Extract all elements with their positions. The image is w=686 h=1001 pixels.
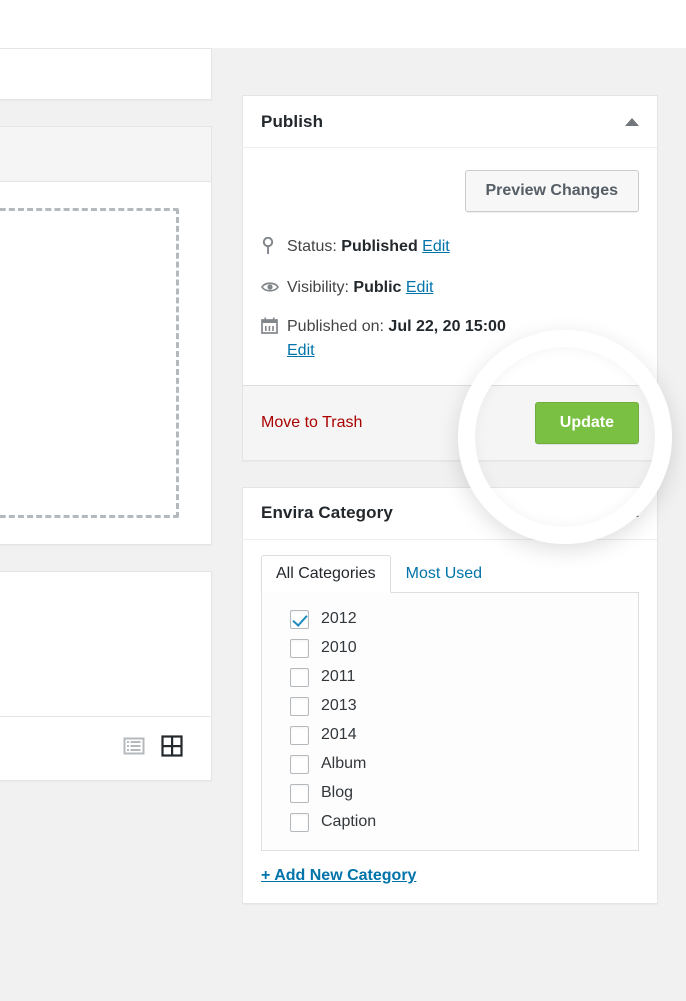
list-item[interactable]: 2012 xyxy=(276,605,624,634)
category-label: Caption xyxy=(321,813,377,831)
visibility-row: Visibility: Public Edit xyxy=(261,269,639,308)
view-toggle-group xyxy=(0,716,211,780)
list-item[interactable]: 2014 xyxy=(276,721,624,750)
page-title: Publish xyxy=(261,111,324,131)
tab-all-categories[interactable]: All Categories xyxy=(261,554,391,593)
list-item[interactable]: Blog xyxy=(276,779,624,808)
published-on-edit-link[interactable]: Edit xyxy=(287,342,315,359)
status-row: Status: Published Edit xyxy=(261,228,639,269)
pin-icon xyxy=(261,235,287,262)
add-new-category-link[interactable]: + Add New Category xyxy=(261,867,416,885)
category-label: 2011 xyxy=(321,668,356,686)
gallery-upload-panel-header xyxy=(0,127,211,182)
gallery-items-panel xyxy=(0,571,212,781)
category-checkbox-2011[interactable] xyxy=(290,667,309,687)
category-checklist[interactable]: 2012 2010 2011 2013 2014 Album Blog Capt… xyxy=(261,592,639,851)
list-item[interactable]: Caption xyxy=(276,808,624,837)
category-label: 2010 xyxy=(321,639,357,657)
category-label: 2013 xyxy=(321,697,357,715)
status-value: Published xyxy=(341,238,418,255)
eye-icon xyxy=(261,276,287,301)
gallery-upload-panel xyxy=(0,126,212,545)
file-dropzone[interactable] xyxy=(0,208,179,518)
chevron-up-icon[interactable] xyxy=(625,117,639,126)
category-label: Blog xyxy=(321,784,354,802)
left-column xyxy=(0,48,212,807)
chevron-up-icon[interactable] xyxy=(625,509,639,518)
visibility-label: Visibility: xyxy=(287,279,349,297)
visibility-value: Public xyxy=(353,279,402,297)
calendar-icon xyxy=(261,315,287,341)
list-item[interactable]: 2011 xyxy=(276,663,624,692)
published-on-row: Published on: Jul 22, 20 15:00 Edit xyxy=(261,308,639,368)
tab-most-used[interactable]: Most Used xyxy=(391,555,497,593)
category-checkbox-caption[interactable] xyxy=(290,812,309,832)
published-on-label: Published on: xyxy=(287,318,384,336)
publish-metabox-body: Preview Changes Status: Published Edit V… xyxy=(243,148,657,371)
preview-row: Preview Changes xyxy=(261,166,639,228)
published-on-time: 15:00 xyxy=(464,318,506,336)
right-sidebar: Publish Preview Changes Status: Publishe… xyxy=(242,95,658,930)
published-on-text: Published on: Jul 22, 20 15:00 Edit xyxy=(287,315,639,361)
envira-category-title: Envira Category xyxy=(261,503,393,523)
status-label: Status: xyxy=(287,238,337,255)
publish-metabox-header: Publish xyxy=(243,96,657,148)
category-tabs: All Categories Most Used xyxy=(261,554,639,593)
top-white-strip xyxy=(0,0,686,48)
list-item[interactable]: 2013 xyxy=(276,692,624,721)
published-on-value: Jul 22, 20 xyxy=(388,318,461,336)
move-to-trash-link[interactable]: Move to Trash xyxy=(261,414,362,432)
list-item[interactable]: Album xyxy=(276,750,624,779)
update-button[interactable]: Update xyxy=(534,401,639,444)
preview-changes-button[interactable]: Preview Changes xyxy=(464,170,639,212)
category-checkbox-2010[interactable] xyxy=(290,638,309,658)
list-item[interactable]: 2010 xyxy=(276,634,624,663)
publish-metabox: Publish Preview Changes Status: Publishe… xyxy=(242,95,658,461)
grid-view-icon[interactable] xyxy=(161,735,183,762)
category-checkbox-2013[interactable] xyxy=(290,696,309,716)
category-checkbox-2012[interactable] xyxy=(290,609,309,629)
status-edit-link[interactable]: Edit xyxy=(422,238,450,255)
envira-category-metabox: Envira Category All Categories Most Used… xyxy=(242,486,658,904)
envira-category-metabox-header: Envira Category xyxy=(243,488,657,540)
visibility-edit-link[interactable]: Edit xyxy=(406,279,434,296)
publish-actions-row: Move to Trash Update xyxy=(243,384,657,460)
category-checkbox-blog[interactable] xyxy=(290,783,309,803)
category-checkbox-2014[interactable] xyxy=(290,725,309,745)
gallery-upload-panel-body xyxy=(0,182,211,544)
visibility-text: Visibility: Public Edit xyxy=(287,276,639,299)
list-view-icon[interactable] xyxy=(123,735,145,762)
category-label: 2014 xyxy=(321,726,357,744)
status-text: Status: Published Edit xyxy=(287,235,639,258)
category-label: Album xyxy=(321,755,367,773)
envira-category-body: All Categories Most Used 2012 2010 2011 xyxy=(243,540,657,903)
category-label: 2012 xyxy=(321,610,357,628)
category-checkbox-album[interactable] xyxy=(290,754,309,774)
title-panel xyxy=(0,48,212,100)
